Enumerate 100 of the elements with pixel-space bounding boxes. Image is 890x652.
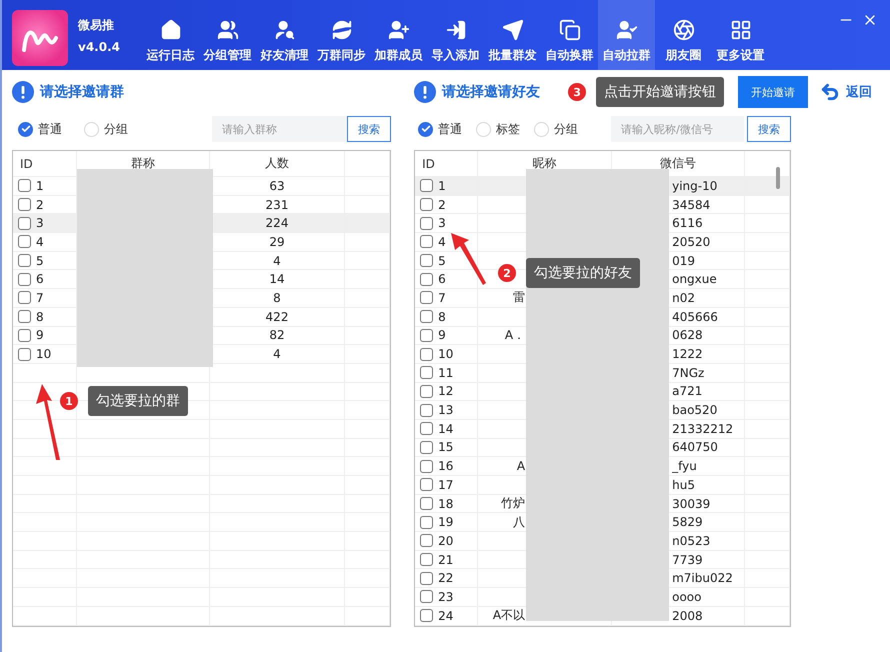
wechat-id: bao520: [672, 403, 718, 418]
checkbox[interactable]: [18, 179, 31, 192]
nav-tab[interactable]: 万群同步: [313, 0, 370, 70]
checkbox[interactable]: [18, 291, 31, 304]
checkbox[interactable]: [420, 404, 434, 417]
checkbox[interactable]: [420, 553, 434, 566]
checkbox[interactable]: [420, 310, 434, 324]
checkbox[interactable]: [420, 609, 434, 622]
checkbox[interactable]: [420, 422, 434, 436]
checkbox[interactable]: [420, 179, 434, 192]
radio-option[interactable]: 分组: [534, 120, 578, 138]
member-count: 14: [269, 272, 285, 286]
checkbox[interactable]: [420, 590, 434, 604]
checkbox[interactable]: [420, 440, 434, 454]
nav-tab[interactable]: 朋友圈: [655, 0, 712, 70]
row-id: 6: [438, 272, 446, 286]
panel-title: 请选择邀请好友: [442, 83, 540, 101]
checkbox[interactable]: [18, 254, 31, 268]
checkbox[interactable]: [420, 572, 434, 585]
wechat-id: m7ibu022: [672, 571, 733, 586]
check-icon: [20, 124, 30, 134]
checkbox[interactable]: [18, 310, 31, 324]
search-button[interactable]: 搜索: [747, 116, 792, 142]
row-id: 5: [36, 254, 44, 268]
send-icon: [502, 19, 524, 41]
scrollbar[interactable]: [776, 167, 780, 189]
user-check-icon: [616, 19, 638, 41]
checkbox[interactable]: [420, 384, 434, 398]
wechat-id: 7739: [672, 552, 703, 567]
back-link[interactable]: 返回: [820, 82, 872, 102]
checkbox[interactable]: [420, 460, 434, 473]
nav-tab[interactable]: 更多设置: [712, 0, 769, 70]
radio-option[interactable]: 分组: [84, 120, 128, 138]
checkbox[interactable]: [420, 272, 434, 286]
nav-tab[interactable]: 好友清理: [256, 0, 313, 70]
search-field[interactable]: 请输入昵称/微信号: [611, 116, 744, 142]
radio-option[interactable]: 普通: [18, 120, 62, 138]
row-id: 2: [36, 198, 44, 212]
row-id: 3: [36, 216, 44, 230]
nickname: 竹炉: [501, 495, 526, 512]
row-id: 14: [438, 422, 454, 436]
radio-option[interactable]: 普通: [418, 120, 462, 138]
row-id: 16: [438, 459, 454, 474]
column-header: ID: [20, 156, 33, 170]
checkbox[interactable]: [420, 198, 434, 212]
search-field[interactable]: 请输入群称: [212, 116, 348, 142]
checkbox[interactable]: [420, 534, 434, 548]
wechat-id: 6116: [672, 216, 703, 230]
wechat-id: a721: [672, 384, 702, 398]
checkbox[interactable]: [420, 216, 434, 230]
checkbox[interactable]: [18, 198, 31, 212]
checkbox[interactable]: [420, 348, 434, 361]
house-icon: [160, 19, 182, 41]
nickname: 雷: [513, 289, 526, 306]
user-plus-icon: [388, 19, 410, 41]
hint-bubble: 勾选要拉的群: [88, 386, 188, 416]
checkbox[interactable]: [420, 516, 434, 529]
nav-tab[interactable]: 运行日志: [142, 0, 199, 70]
nav-tab[interactable]: 自动换群: [541, 0, 598, 70]
row-id: 6: [36, 272, 44, 286]
checkbox[interactable]: [420, 328, 434, 342]
start-invite-button[interactable]: 开始邀请: [738, 76, 808, 108]
wechat-id: ongxue: [672, 272, 717, 286]
row-id: 4: [36, 234, 44, 249]
panel-title: 请选择邀请群: [40, 83, 124, 101]
nickname: 八: [513, 514, 526, 531]
user-search-icon: [274, 19, 296, 41]
radio-option[interactable]: 标签: [476, 120, 520, 138]
wechat-id: n02: [672, 290, 695, 305]
search-button[interactable]: 搜索: [347, 116, 392, 142]
wechat-id: 20520: [672, 234, 710, 249]
member-count: 422: [266, 310, 288, 324]
checkbox[interactable]: [18, 216, 31, 230]
wechat-id: 7NGz: [672, 366, 704, 380]
copy-icon: [558, 19, 580, 41]
nav-tab[interactable]: 自动拉群: [598, 0, 655, 70]
checkbox[interactable]: [18, 272, 31, 286]
wechat-id: 21332212: [672, 422, 734, 436]
row-id: 1: [438, 178, 446, 193]
row-id: 7: [36, 290, 44, 305]
wechat-id: 34584: [672, 198, 710, 212]
nav-tab[interactable]: 导入添加: [427, 0, 484, 70]
nav-tab[interactable]: 加群成员: [370, 0, 427, 70]
checkbox[interactable]: [420, 235, 434, 248]
checkbox[interactable]: [420, 366, 434, 380]
row-id: 13: [438, 403, 454, 418]
checkbox[interactable]: [18, 348, 31, 361]
column-header: 群称: [131, 155, 155, 172]
checkbox[interactable]: [420, 291, 434, 304]
checkbox[interactable]: [18, 328, 31, 342]
checkbox[interactable]: [420, 478, 434, 492]
checkbox[interactable]: [18, 235, 31, 248]
checkbox[interactable]: [420, 254, 434, 268]
column-header: 人数: [265, 155, 289, 172]
row-id: 4: [438, 234, 446, 249]
nickname: A: [516, 459, 526, 474]
checkbox[interactable]: [420, 497, 434, 510]
nav-tab[interactable]: 批量群发: [484, 0, 541, 70]
nav-tab[interactable]: 分组管理: [199, 0, 256, 70]
back-arrow-icon: [820, 82, 840, 102]
